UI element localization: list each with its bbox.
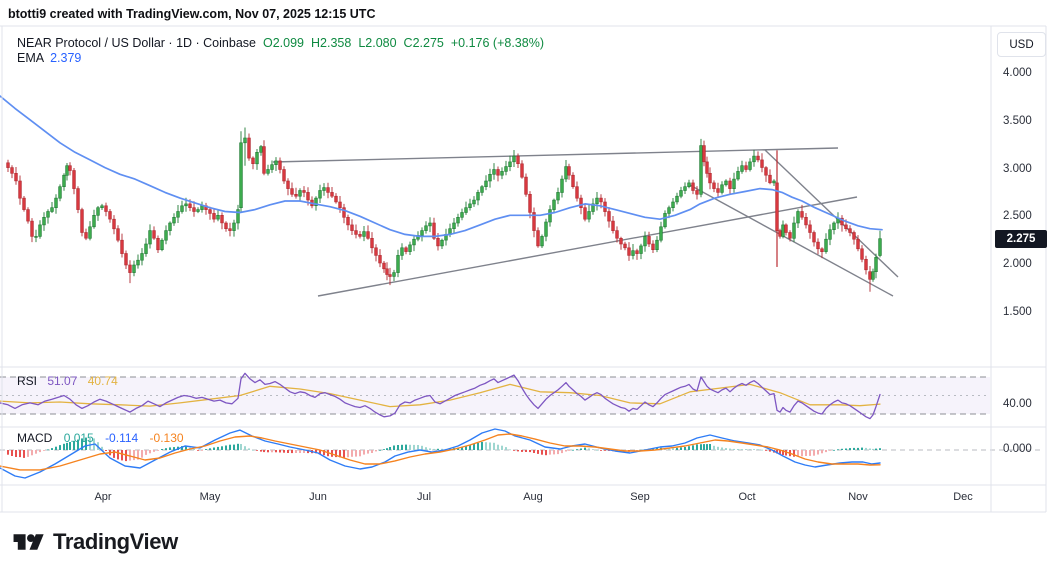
ohlc-token: L2.080 (358, 36, 396, 50)
rsi-ma-value: 40.74 (88, 374, 118, 388)
macd-legend[interactable]: MACD 0.015 -0.114 -0.130 (17, 431, 184, 445)
month-label-apr[interactable]: Apr (94, 491, 111, 503)
rsi-axis-label[interactable]: 40.00 (1003, 398, 1032, 410)
price-tick-label[interactable]: 1.500 (1003, 306, 1032, 318)
macd-label: MACD (17, 431, 52, 445)
month-label-dec[interactable]: Dec (953, 491, 973, 503)
last-price-badge: 2.275 (995, 230, 1047, 248)
chart-canvas[interactable] (0, 0, 1057, 571)
ohlc-token: H2.358 (311, 36, 351, 50)
ohlc-token: O2.099 (263, 36, 304, 50)
macd-line-value: -0.114 (105, 431, 138, 445)
currency-button[interactable]: USD (997, 32, 1046, 57)
ema-legend[interactable]: EMA 2.379 (17, 51, 81, 65)
month-label-oct[interactable]: Oct (738, 491, 755, 503)
price-tick-label[interactable]: 3.000 (1003, 163, 1032, 175)
tradingview-logo[interactable]: TradingView (10, 525, 178, 559)
symbol-legend[interactable]: NEAR Protocol / US Dollar · 1D · Coinbas… (17, 36, 544, 50)
month-label-jul[interactable]: Jul (417, 491, 431, 503)
symbol-title: NEAR Protocol / US Dollar · 1D · Coinbas… (17, 36, 256, 50)
ema-value: 2.379 (50, 51, 81, 65)
tradingview-chart-page: btotti9 created with TradingView.com, No… (0, 0, 1057, 571)
ohlc-values: O2.099 H2.358 L2.080 C2.275 +0.176 (+8.38%) (256, 36, 544, 50)
rsi-legend[interactable]: RSI 51.07 40.74 (17, 374, 118, 388)
tradingview-logo-text: TradingView (53, 529, 178, 555)
macd-signal-value: -0.130 (150, 431, 184, 445)
month-label-jun[interactable]: Jun (309, 491, 327, 503)
macd-axis-label[interactable]: 0.000 (1003, 443, 1032, 455)
rsi-label: RSI (17, 374, 37, 388)
month-label-may[interactable]: May (200, 491, 221, 503)
price-tick-label[interactable]: 3.500 (1003, 115, 1032, 127)
price-tick-label[interactable]: 2.500 (1003, 210, 1032, 222)
price-tick-label[interactable]: 4.000 (1003, 67, 1032, 79)
ema-label: EMA (17, 51, 44, 65)
month-label-sep[interactable]: Sep (630, 491, 650, 503)
macd-hist-value: 0.015 (64, 431, 94, 445)
tradingview-logo-icon (10, 525, 44, 559)
price-tick-label[interactable]: 2.000 (1003, 258, 1032, 270)
attribution-text: btotti9 created with TradingView.com, No… (8, 7, 375, 21)
rsi-value: 51.07 (47, 374, 77, 388)
month-label-nov[interactable]: Nov (848, 491, 868, 503)
month-label-aug[interactable]: Aug (523, 491, 543, 503)
ohlc-token: +0.176 (+8.38%) (451, 36, 544, 50)
ohlc-token: C2.275 (404, 36, 444, 50)
